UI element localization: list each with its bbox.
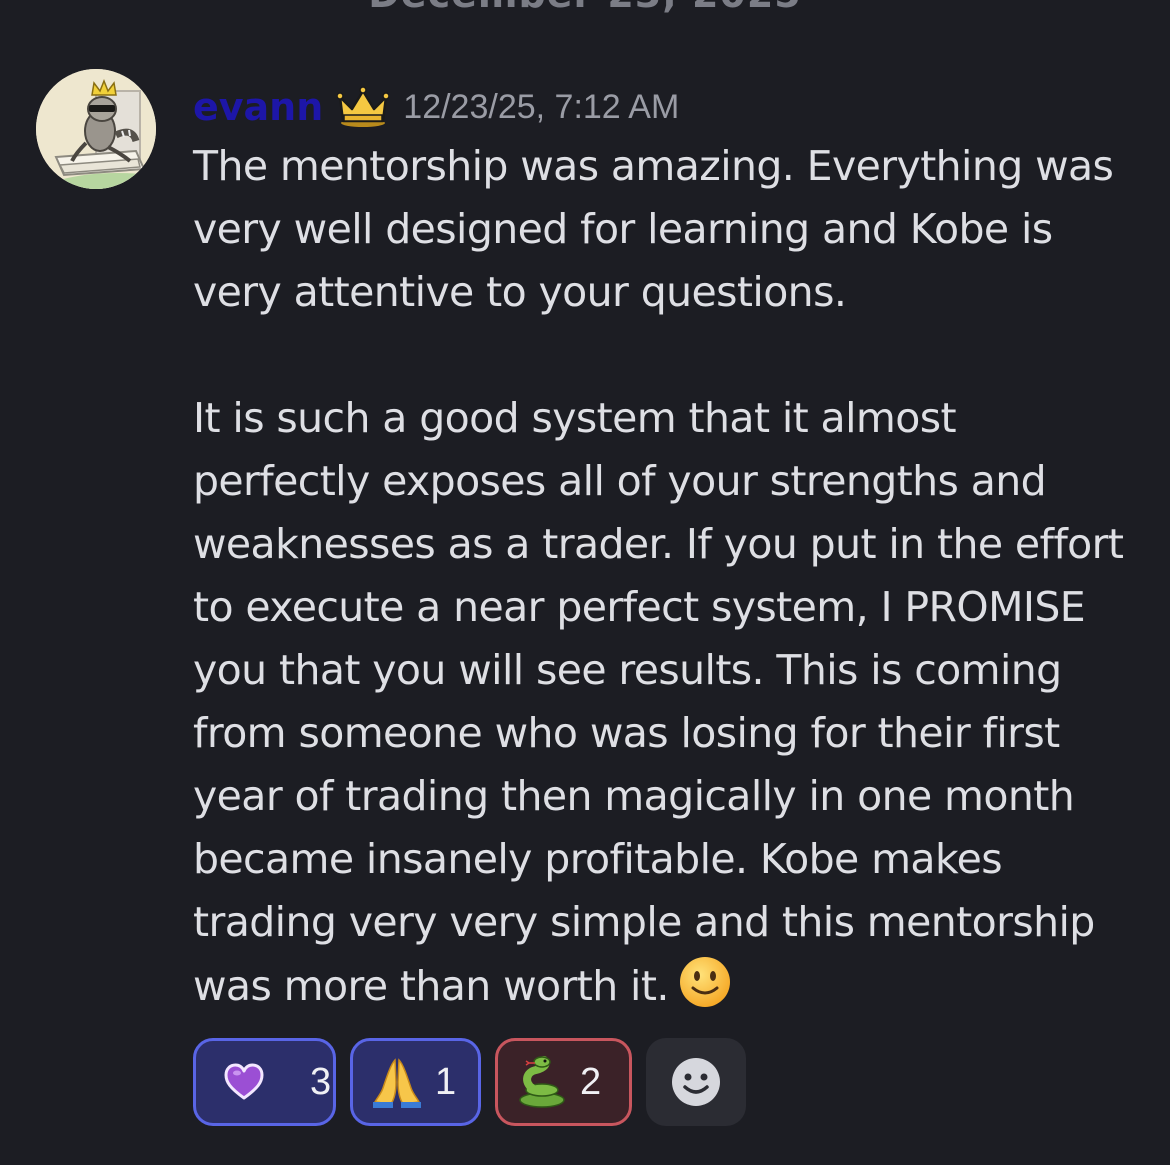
slightly-smiling-face-emoji xyxy=(677,954,733,1010)
reaction-count: 1 xyxy=(435,1060,457,1103)
message-line: to execute a near perfect system, I PROM… xyxy=(193,583,1086,631)
message-line-last: was more than worth it. xyxy=(193,954,1143,1018)
snake-emoji xyxy=(514,1054,570,1110)
timestamp: 12/23/25, 7:12 AM xyxy=(403,88,680,126)
message-content: The mentorship was amazing. Everything w… xyxy=(193,135,1143,1018)
message-line: perfectly exposes all of your strengths … xyxy=(193,457,1047,505)
add-reaction-button[interactable] xyxy=(646,1038,746,1126)
message-paragraph-1: The mentorship was amazing. Everything w… xyxy=(193,135,1143,324)
message-line: very attentive to your questions. xyxy=(193,268,847,316)
message-header: evann 12/23/25, 7:12 AM xyxy=(193,84,679,130)
folded-hands-emoji xyxy=(369,1054,425,1110)
reaction-snake[interactable]: 2 xyxy=(495,1038,632,1126)
purple-heart-emoji xyxy=(216,1054,272,1110)
message-line: from someone who was losing for their fi… xyxy=(193,709,1060,757)
message-line: became insanely profitable. Kobe makes xyxy=(193,835,1003,883)
message-line: weaknesses as a trader. If you put in th… xyxy=(193,520,1124,568)
message-line-text: was more than worth it. xyxy=(193,962,669,1010)
message-paragraph-2: It is such a good system that it almost … xyxy=(193,387,1143,1018)
reaction-count: 2 xyxy=(580,1060,602,1103)
add-reaction-smiley-icon xyxy=(672,1058,720,1106)
username[interactable]: evann xyxy=(193,84,323,130)
message-line: very well designed for learning and Kobe… xyxy=(193,205,1053,253)
message-line: you that you will see results. This is c… xyxy=(193,646,1062,694)
reactions-bar: 3 1 2 xyxy=(193,1038,746,1126)
message-line: The mentorship was amazing. Everything w… xyxy=(193,142,1114,190)
avatar[interactable] xyxy=(36,69,156,189)
crown-icon[interactable] xyxy=(337,85,390,129)
message-line: It is such a good system that it almost xyxy=(193,394,957,442)
reaction-folded-hands[interactable]: 1 xyxy=(350,1038,481,1126)
avatar-image xyxy=(36,69,156,189)
reaction-purple-heart[interactable]: 3 xyxy=(193,1038,336,1126)
date-divider: December 23, 2025 xyxy=(0,0,1170,16)
message-line: year of trading then magically in one mo… xyxy=(193,772,1075,820)
reaction-count: 3 xyxy=(310,1060,332,1103)
message-line: trading very very simple and this mentor… xyxy=(193,898,1095,946)
